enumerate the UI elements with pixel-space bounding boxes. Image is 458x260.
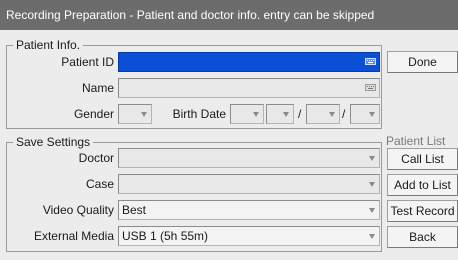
gender-select[interactable] [118, 104, 152, 124]
case-label: Case [85, 177, 114, 191]
chevron-down-icon [253, 112, 259, 117]
name-label: Name [81, 81, 114, 95]
keyboard-icon[interactable] [365, 58, 376, 65]
case-select[interactable] [118, 174, 380, 194]
birth-month-select[interactable] [266, 104, 294, 124]
patient-info-title: Patient Info. [13, 38, 84, 52]
external-media-select[interactable]: USB 1 (5h 55m) [118, 226, 380, 246]
chevron-down-icon [369, 182, 375, 187]
video-quality-value: Best [122, 203, 147, 217]
call-list-button[interactable]: Call List [387, 148, 458, 170]
patient-list-label: Patient List [386, 134, 446, 148]
patient-id-field[interactable] [118, 52, 380, 72]
window-title: Recording Preparation - Patient and doct… [0, 0, 458, 30]
birth-day-select[interactable] [306, 104, 340, 124]
chevron-down-icon [329, 112, 335, 117]
external-media-value: USB 1 (5h 55m) [122, 229, 209, 243]
chevron-down-icon [283, 112, 289, 117]
doctor-select[interactable] [118, 148, 380, 168]
patient-id-label: Patient ID [61, 55, 114, 69]
chevron-down-icon [141, 112, 147, 117]
chevron-down-icon [369, 208, 375, 213]
video-quality-label: Video Quality [42, 203, 114, 217]
add-to-list-button[interactable]: Add to List [387, 174, 458, 196]
keyboard-icon[interactable] [365, 84, 376, 91]
chevron-down-icon [369, 234, 375, 239]
save-settings-title: Save Settings [13, 135, 94, 149]
video-quality-select[interactable]: Best [118, 200, 380, 220]
external-media-label: External Media [33, 229, 114, 243]
birth-year-select[interactable] [230, 104, 264, 124]
gender-label: Gender [73, 107, 114, 121]
chevron-down-icon [369, 156, 375, 161]
birth-date-separator: / [298, 107, 302, 121]
test-record-button[interactable]: Test Record [387, 200, 458, 222]
birth-extra-select[interactable] [350, 104, 380, 124]
name-field[interactable] [118, 78, 380, 98]
birth-date-separator: / [342, 107, 346, 121]
birth-date-label: Birth Date [172, 107, 226, 121]
doctor-label: Doctor [78, 151, 114, 165]
done-button[interactable]: Done [387, 51, 458, 73]
chevron-down-icon [369, 112, 375, 117]
back-button[interactable]: Back [387, 226, 458, 248]
